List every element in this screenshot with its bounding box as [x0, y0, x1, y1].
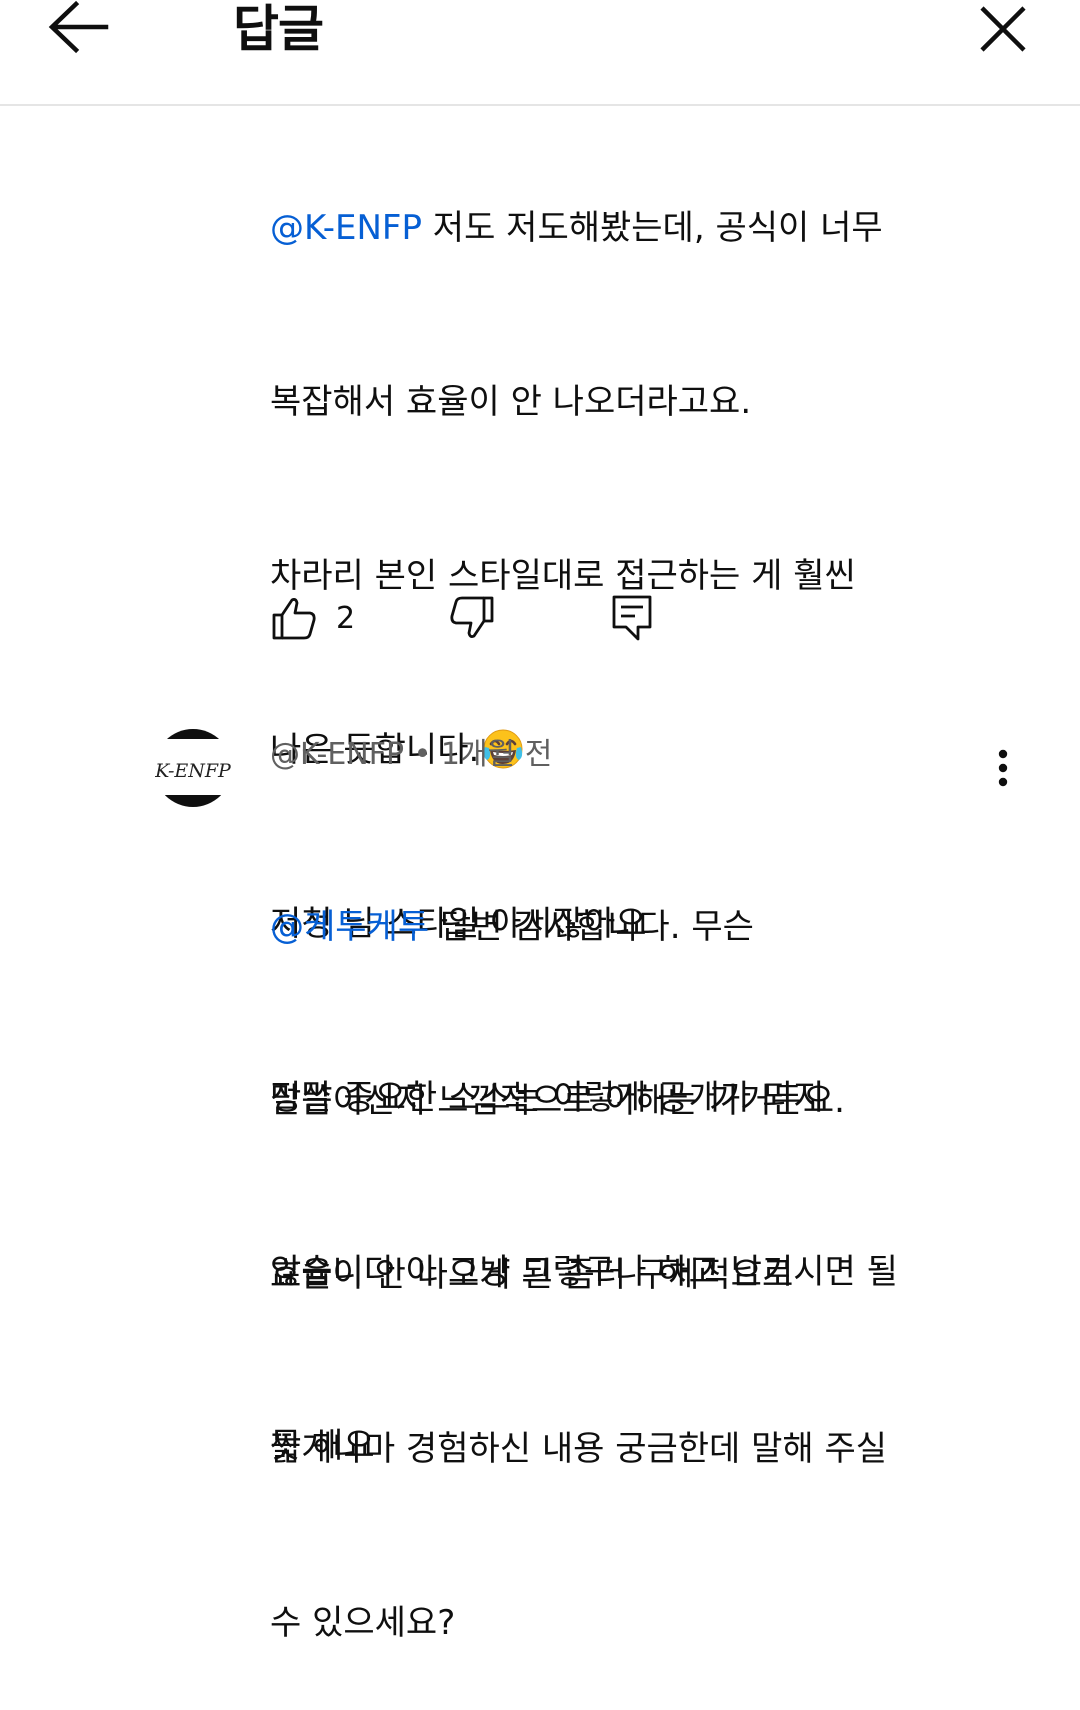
- comment-body: @케투케투 답변 감사합니다. 무슨 말씀이신지 느낌적으로 이해는 가거든요.…: [270, 782, 887, 1710]
- avatar[interactable]: K-ENFP: [154, 729, 232, 807]
- comment-line: 짧게나마 경험하신 내용 궁금한데 말해 주실: [270, 1429, 888, 1469]
- reply-icon: [612, 595, 652, 641]
- arrow-left-icon: [48, 0, 109, 54]
- comment-line: 효율이 안 나오게 된 좀더 구체적으로: [270, 1255, 794, 1295]
- comment-action-bar: 2: [270, 590, 690, 650]
- reply-button[interactable]: [608, 590, 656, 646]
- comment-line: @케투케투 답변 감사합니다. 무슨: [270, 898, 887, 956]
- avatar-image: K-ENFP: [154, 729, 232, 807]
- close-button[interactable]: [968, 0, 1038, 60]
- comment-line-text: 저도 저도해봤는데, 공식이 너무: [421, 208, 883, 248]
- close-icon: [980, 6, 1026, 52]
- comment-line-partial: @K-ENFP 저도 저도해봤는데, 공식이 너무: [270, 199, 898, 257]
- meta-separator: •: [404, 737, 441, 772]
- header-bar: 답글: [0, 0, 1080, 106]
- author-handle[interactable]: @K-ENFP: [270, 737, 404, 772]
- comment-meta: @K-ENFP • 1개월 전: [270, 730, 552, 780]
- mention-link[interactable]: @K-ENFP: [270, 208, 422, 248]
- thumbs-down-icon: [450, 596, 494, 638]
- comment-line: 수 있으세요?: [270, 1603, 456, 1643]
- comment-line: 복잡해서 효율이 안 나오더라고요.: [270, 382, 752, 422]
- more-options-button[interactable]: [980, 742, 1026, 798]
- dislike-button[interactable]: [448, 590, 496, 646]
- mention-link[interactable]: @케투케투: [270, 907, 429, 947]
- avatar-logo-text: K-ENFP: [154, 760, 232, 782]
- back-button[interactable]: [40, 0, 120, 56]
- comment-line: 말씀이신지 느낌적으로 이해는 가거든요.: [270, 1081, 845, 1121]
- comment-line-text: 답변 감사합니다. 무슨: [429, 907, 754, 947]
- like-count: 2: [336, 600, 356, 636]
- page-title: 답글: [233, 0, 324, 58]
- thumbs-up-icon: [272, 598, 316, 640]
- comment-time: 1개월 전: [440, 737, 553, 772]
- more-vertical-icon: [998, 749, 1008, 787]
- like-button[interactable]: 2: [270, 590, 355, 646]
